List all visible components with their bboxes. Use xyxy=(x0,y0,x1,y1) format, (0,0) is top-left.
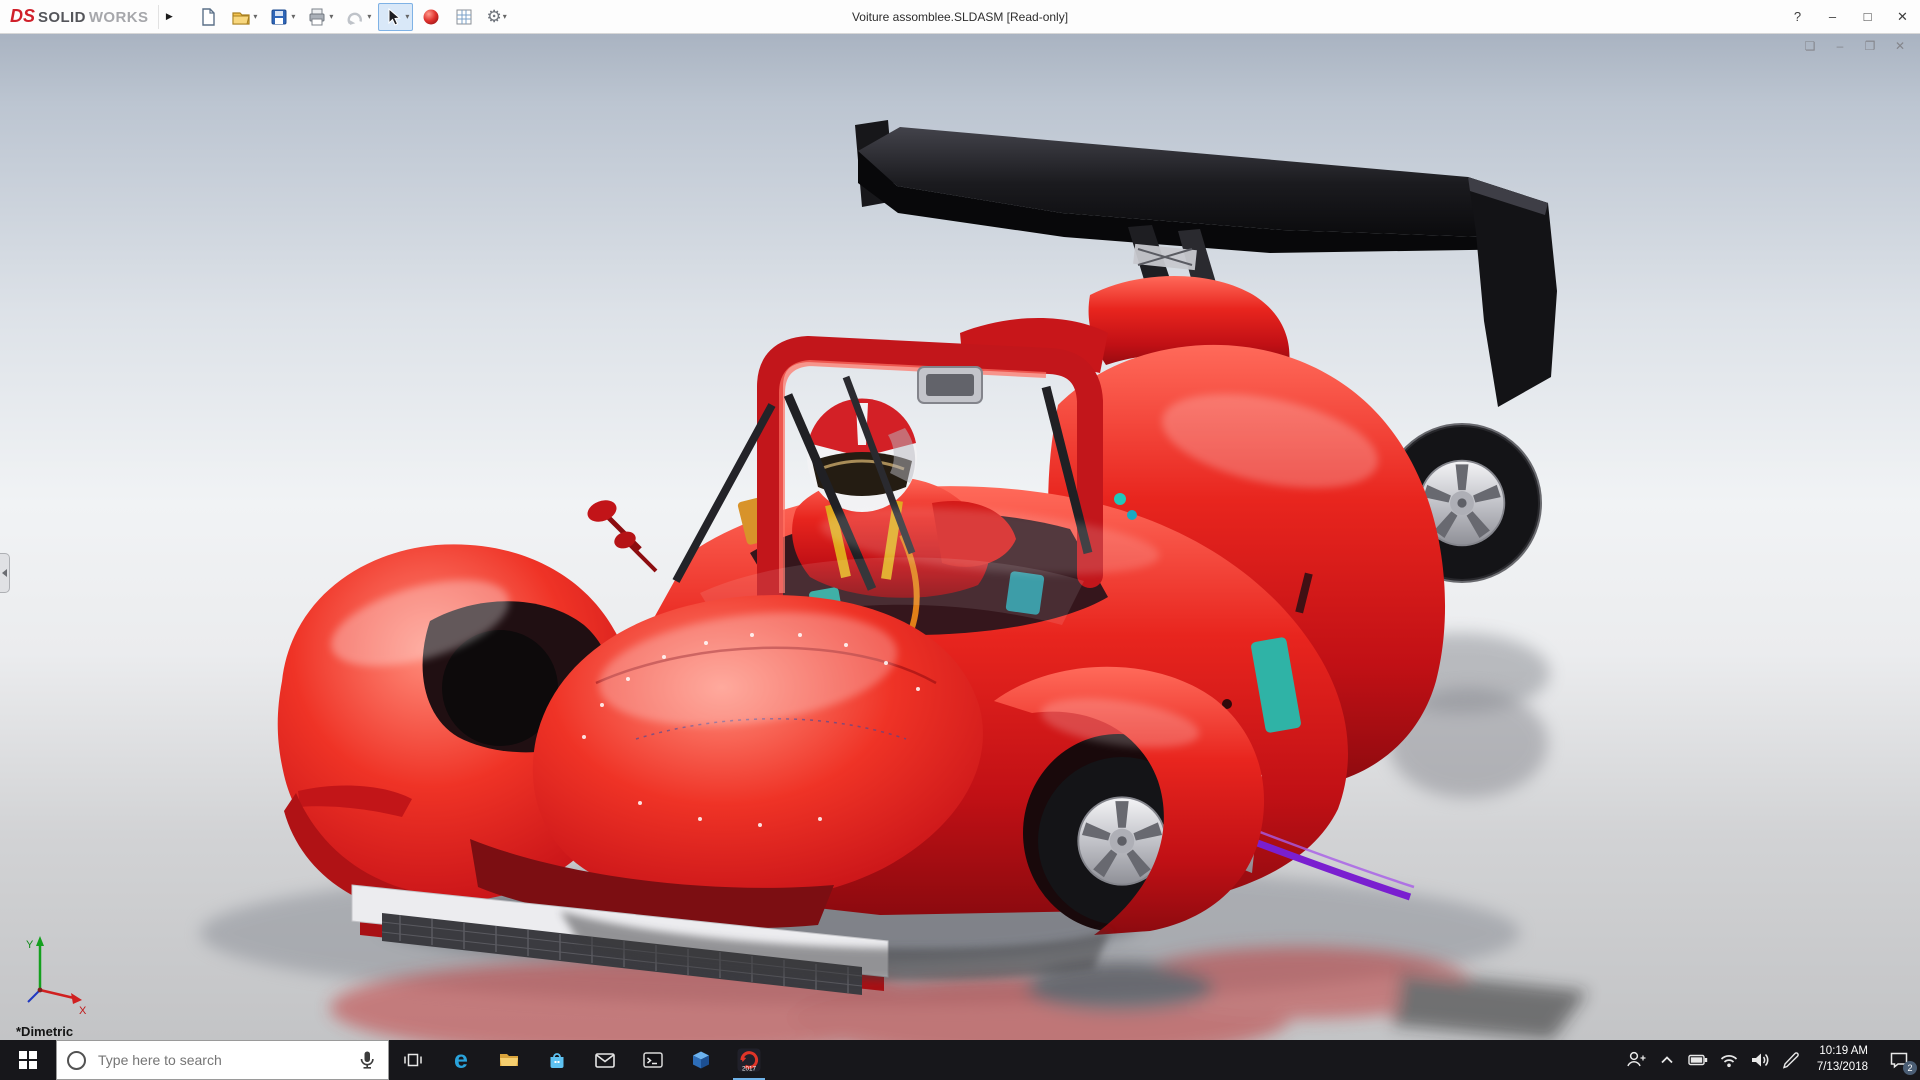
restore-document-button[interactable]: ❐ xyxy=(1862,38,1878,54)
maximize-button[interactable]: □ xyxy=(1850,0,1885,33)
ds-logo: DS xyxy=(10,6,36,26)
clock-date: 7/13/2018 xyxy=(1816,1061,1868,1073)
volume-button[interactable] xyxy=(1745,1040,1776,1080)
file-explorer-button[interactable] xyxy=(485,1040,533,1080)
edrawings-button[interactable] xyxy=(677,1040,725,1080)
store-icon xyxy=(550,1053,564,1068)
cascade-window-button[interactable]: ❏ xyxy=(1802,38,1818,54)
3d-model-canvas[interactable] xyxy=(0,33,1920,1040)
window-controls: ? – □ ✕ xyxy=(1780,0,1920,33)
search-input[interactable] xyxy=(96,1051,346,1069)
orientation-triad: Y X xyxy=(26,936,87,1017)
task-view-button[interactable] xyxy=(389,1040,437,1080)
undo-icon xyxy=(347,12,363,25)
options-button[interactable]: ⚙ ▾ xyxy=(482,3,510,31)
solidworks-app-button[interactable]: 2017 xyxy=(725,1040,773,1080)
file-explorer-icon xyxy=(500,1054,518,1066)
open-folder-icon xyxy=(232,11,250,25)
new-document-icon xyxy=(202,7,216,26)
new-document-button[interactable] xyxy=(193,3,223,31)
print-button[interactable]: ▾ xyxy=(302,3,337,31)
chevron-up-icon xyxy=(1661,1056,1673,1064)
cursor-select-icon xyxy=(388,7,402,26)
solidworks-window: DS SOLID WORKS ▶ ▾ ▾ ▾ ▾ ▾ ⚙ ▾ Voiture a… xyxy=(0,0,1920,1080)
cortana-icon xyxy=(67,1050,86,1070)
document-title: Voiture assomblee.SLDASM [Read-only] xyxy=(851,9,1069,24)
graphics-viewport[interactable]: ❏ – ❐ ✕ Y X *Dimetric xyxy=(0,33,1920,1040)
edge-button[interactable]: e xyxy=(437,1040,485,1080)
car-model[interactable] xyxy=(277,120,1557,995)
battery-button[interactable] xyxy=(1683,1040,1714,1080)
help-button[interactable]: ? xyxy=(1780,0,1815,33)
solidworks-logo: DS SOLID WORKS xyxy=(10,6,149,26)
save-icon xyxy=(271,9,287,24)
minimize-button[interactable]: – xyxy=(1815,0,1850,33)
taskbar-clock[interactable]: 10:19 AM 7/13/2018 xyxy=(1807,1044,1878,1075)
open-button[interactable]: ▾ xyxy=(226,3,261,31)
microphone-icon[interactable] xyxy=(356,1049,378,1071)
store-button[interactable] xyxy=(533,1040,581,1080)
view-orientation-label: *Dimetric xyxy=(16,1024,74,1039)
start-button[interactable] xyxy=(0,1040,56,1080)
feature-tree-collapse-handle[interactable] xyxy=(0,553,10,593)
design-table-button[interactable] xyxy=(449,3,479,31)
terminal-icon xyxy=(643,1052,663,1068)
windows-ink-button[interactable] xyxy=(1776,1040,1807,1080)
show-hidden-icons-button[interactable] xyxy=(1652,1040,1683,1080)
mail-icon xyxy=(595,1053,615,1068)
solidworks-app-icon: 2017 xyxy=(737,1048,761,1072)
solidworks-year-label: 2017 xyxy=(742,1065,757,1072)
save-button[interactable]: ▾ xyxy=(264,3,299,31)
task-view-icon xyxy=(404,1053,422,1067)
side-mirrors[interactable] xyxy=(584,496,658,573)
quick-access-toolbar: ▾ ▾ ▾ ▾ ▾ ⚙ ▾ xyxy=(193,2,510,31)
appearance-sphere-icon xyxy=(423,9,439,24)
windows-taskbar: e xyxy=(0,1040,1920,1080)
minimize-document-button[interactable]: – xyxy=(1832,38,1848,54)
design-table-icon xyxy=(456,9,472,24)
taskbar-search[interactable] xyxy=(56,1040,389,1080)
clock-time: 10:19 AM xyxy=(1819,1045,1868,1058)
menu-flyout-button[interactable]: ▶ xyxy=(158,4,179,29)
close-button[interactable]: ✕ xyxy=(1885,0,1920,33)
mail-button[interactable] xyxy=(581,1040,629,1080)
windows-logo-icon xyxy=(19,1051,37,1069)
battery-icon xyxy=(1688,1054,1708,1066)
triad-y-label: Y xyxy=(26,939,34,951)
command-prompt-button[interactable] xyxy=(629,1040,677,1080)
action-center-button[interactable]: 2 xyxy=(1878,1040,1920,1080)
network-button[interactable] xyxy=(1714,1040,1745,1080)
print-icon xyxy=(309,8,325,25)
pen-icon xyxy=(1783,1052,1800,1069)
notification-badge: 2 xyxy=(1903,1061,1917,1075)
people-icon xyxy=(1627,1051,1646,1067)
triad-x-label: X xyxy=(79,1005,87,1017)
select-tool-button[interactable]: ▾ xyxy=(378,2,414,31)
people-button[interactable] xyxy=(1621,1040,1652,1080)
gear-icon: ⚙ xyxy=(486,7,502,26)
wifi-icon xyxy=(1721,1055,1738,1068)
volume-icon xyxy=(1752,1053,1769,1067)
title-bar: DS SOLID WORKS ▶ ▾ ▾ ▾ ▾ ▾ ⚙ ▾ Voiture a… xyxy=(0,0,1920,34)
undo-button[interactable]: ▾ xyxy=(340,3,375,31)
cad-cube-icon xyxy=(693,1051,709,1069)
document-window-controls: ❏ – ❐ ✕ xyxy=(1802,38,1908,54)
close-document-button[interactable]: ✕ xyxy=(1892,38,1908,54)
appearances-button[interactable] xyxy=(416,3,446,31)
edge-icon: e xyxy=(454,1045,468,1074)
system-tray: 10:19 AM 7/13/2018 2 xyxy=(1621,1040,1920,1080)
